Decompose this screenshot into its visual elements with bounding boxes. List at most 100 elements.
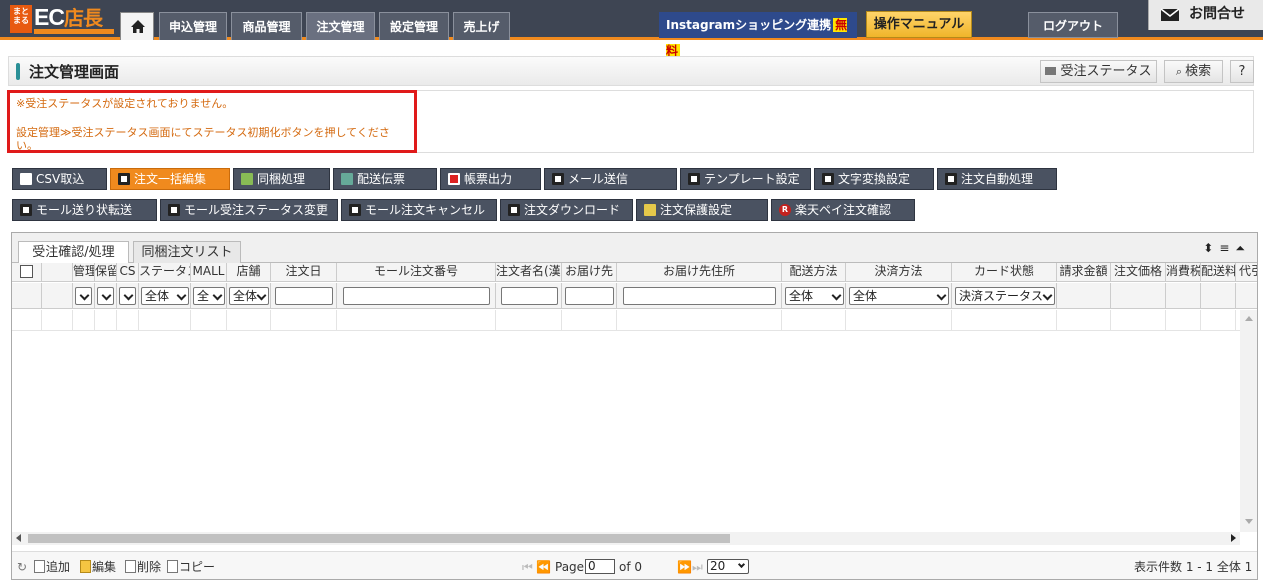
payment-filter[interactable]: 全体 <box>849 287 949 305</box>
page-input[interactable]: 0 <box>585 559 615 574</box>
nav-sales[interactable]: 売上げ <box>453 12 510 40</box>
nav-settings[interactable]: 設定管理 <box>379 12 449 40</box>
tab-bundle-list[interactable]: 同梱注文リスト <box>133 241 241 263</box>
cs-filter[interactable] <box>119 287 136 305</box>
send-mail-button[interactable]: メール送信 <box>544 168 677 190</box>
search-button[interactable]: ⌕ 検索 <box>1164 60 1223 83</box>
filter-cell <box>1111 283 1166 308</box>
mall-invoice-transfer-button[interactable]: モール送り状転送 <box>12 199 157 221</box>
nav-orders[interactable]: 注文管理 <box>306 12 375 40</box>
select-all-checkbox[interactable] <box>20 265 33 278</box>
nav-products[interactable]: 商品管理 <box>231 12 302 40</box>
instagram-shopping-link[interactable]: Instagramショッピング連携 無料 <box>659 12 857 58</box>
delivery-filter[interactable]: 全体 <box>785 287 844 305</box>
template-settings-button[interactable]: テンプレート設定 <box>680 168 811 190</box>
report-output-button[interactable]: 帳票出力 <box>440 168 541 190</box>
order-download-button[interactable]: 注文ダウンロード <box>500 199 633 221</box>
char-conversion-button[interactable]: 文字変換設定 <box>814 168 934 190</box>
hold-filter[interactable] <box>97 287 114 305</box>
order-grid: 受注確認/処理 同梱注文リスト ⬍≡⏶ 管理 保留 CS ステータス MALL … <box>11 232 1258 580</box>
col-select-all[interactable] <box>12 263 42 281</box>
filter-cell <box>73 283 95 308</box>
mall-status-change-button[interactable]: モール受注ステータス変更 <box>160 199 338 221</box>
col-cs[interactable]: CS <box>117 263 139 281</box>
first-page-icon[interactable]: ⏮ <box>522 560 533 574</box>
vertical-scrollbar[interactable] <box>1240 310 1257 532</box>
col-card-status[interactable]: カード状態 <box>952 263 1057 281</box>
next-page-icon[interactable]: ⏩ <box>677 560 692 574</box>
scroll-up-icon[interactable] <box>1245 316 1253 321</box>
delete-row-button[interactable]: 削除 <box>125 560 161 574</box>
sort-icon[interactable]: ⬍ <box>1203 241 1219 255</box>
col-status[interactable]: ステータス <box>139 263 191 281</box>
last-page-icon[interactable]: ⏭ <box>692 560 703 574</box>
col-shop[interactable]: 店舗 <box>227 263 271 281</box>
prev-page-icon[interactable]: ⏪ <box>536 560 551 574</box>
horizontal-scrollbar[interactable] <box>12 532 1240 545</box>
auto-processing-button[interactable]: 注文自動処理 <box>937 168 1057 190</box>
collapse-icon[interactable]: ⏶ <box>1235 241 1251 255</box>
col-tax[interactable]: 消費税 <box>1166 263 1201 281</box>
csv-import-label: CSV取込 <box>36 172 85 186</box>
shop-filter[interactable]: 全体 <box>229 287 269 305</box>
grid-tabs: 受注確認/処理 同梱注文リスト ⬍≡⏶ <box>12 233 1257 264</box>
logout-button[interactable]: ログアウト <box>1028 12 1118 38</box>
search-label: 検索 <box>1185 64 1212 79</box>
col-shipping-fee[interactable]: 配送料 <box>1201 263 1236 281</box>
rakuten-pay-button[interactable]: R 楽天ペイ注文確認 <box>771 199 915 221</box>
order-status-button[interactable]: 受注ステータス <box>1040 60 1157 83</box>
mall-filter[interactable]: 全 <box>193 287 225 305</box>
gear-icon <box>168 204 180 216</box>
col-mall[interactable]: MALL <box>191 263 227 281</box>
col-orderer-name[interactable]: 注文者名(漢字) <box>496 263 562 281</box>
manual-button[interactable]: 操作マニュアル <box>866 11 972 38</box>
chevron-down-icon <box>737 560 746 569</box>
filter-cell: 決済ステータス <box>952 283 1057 308</box>
page-label: Page <box>555 560 585 574</box>
scroll-down-icon[interactable] <box>1245 519 1253 524</box>
bundle-button[interactable]: 同梱処理 <box>233 168 330 190</box>
mall-order-no-filter[interactable] <box>343 287 490 305</box>
help-button[interactable]: ? <box>1230 60 1254 83</box>
col-hold[interactable]: 保留 <box>95 263 117 281</box>
col-mall-order-no[interactable]: モール注文番号 <box>337 263 496 281</box>
scroll-right-icon[interactable] <box>1231 534 1236 542</box>
recipient-address-filter[interactable] <box>623 287 776 305</box>
col-recipient-address[interactable]: お届け先住所 <box>617 263 782 281</box>
manage-filter[interactable] <box>75 287 92 305</box>
bulk-edit-button[interactable]: 注文一括編集 <box>110 168 230 190</box>
col-delivery[interactable]: 配送方法 <box>782 263 846 281</box>
menu-icon[interactable]: ≡ <box>1219 241 1235 255</box>
orderer-name-filter[interactable] <box>501 287 558 305</box>
col-cod[interactable]: 代引 <box>1236 263 1257 281</box>
col-manage[interactable]: 管理 <box>73 263 95 281</box>
refresh-icon[interactable]: ↻ <box>17 560 27 574</box>
page-size-select[interactable]: 20 <box>707 559 749 574</box>
col-billing[interactable]: 請求金額 <box>1057 263 1111 281</box>
mall-cancel-button[interactable]: モール注文キャンセル <box>341 199 497 221</box>
add-row-button[interactable]: 追加 <box>34 560 70 574</box>
recipient-filter[interactable] <box>565 287 614 305</box>
row-cell <box>191 310 227 330</box>
col-order-date[interactable]: 注文日 <box>271 263 337 281</box>
app-logo[interactable]: まとまる EC店長 <box>10 4 114 35</box>
csv-import-button[interactable]: CSV取込 <box>12 168 107 190</box>
col-recipient[interactable]: お届け先 <box>562 263 617 281</box>
char-conversion-label: 文字変換設定 <box>838 172 911 186</box>
edit-row-button[interactable]: 編集 <box>80 560 116 574</box>
col-order-price[interactable]: 注文価格 <box>1111 263 1166 281</box>
status-filter[interactable]: 全体 <box>141 287 189 305</box>
copy-row-button[interactable]: コピー <box>167 560 215 574</box>
scroll-left-icon[interactable] <box>16 534 21 542</box>
order-date-filter[interactable] <box>275 287 333 305</box>
shipping-slip-button[interactable]: 配送伝票 <box>333 168 437 190</box>
table-row[interactable] <box>12 310 1240 331</box>
home-button[interactable] <box>120 12 154 40</box>
col-payment[interactable]: 決済方法 <box>846 263 952 281</box>
tab-order-confirm[interactable]: 受注確認/処理 <box>18 241 129 264</box>
inquiry-button[interactable]: お問合せ <box>1148 0 1263 30</box>
nav-application[interactable]: 申込管理 <box>159 12 227 40</box>
order-protection-button[interactable]: 注文保護設定 <box>636 199 768 221</box>
card-status-filter[interactable]: 決済ステータス <box>955 287 1055 305</box>
scroll-thumb[interactable] <box>28 534 730 543</box>
